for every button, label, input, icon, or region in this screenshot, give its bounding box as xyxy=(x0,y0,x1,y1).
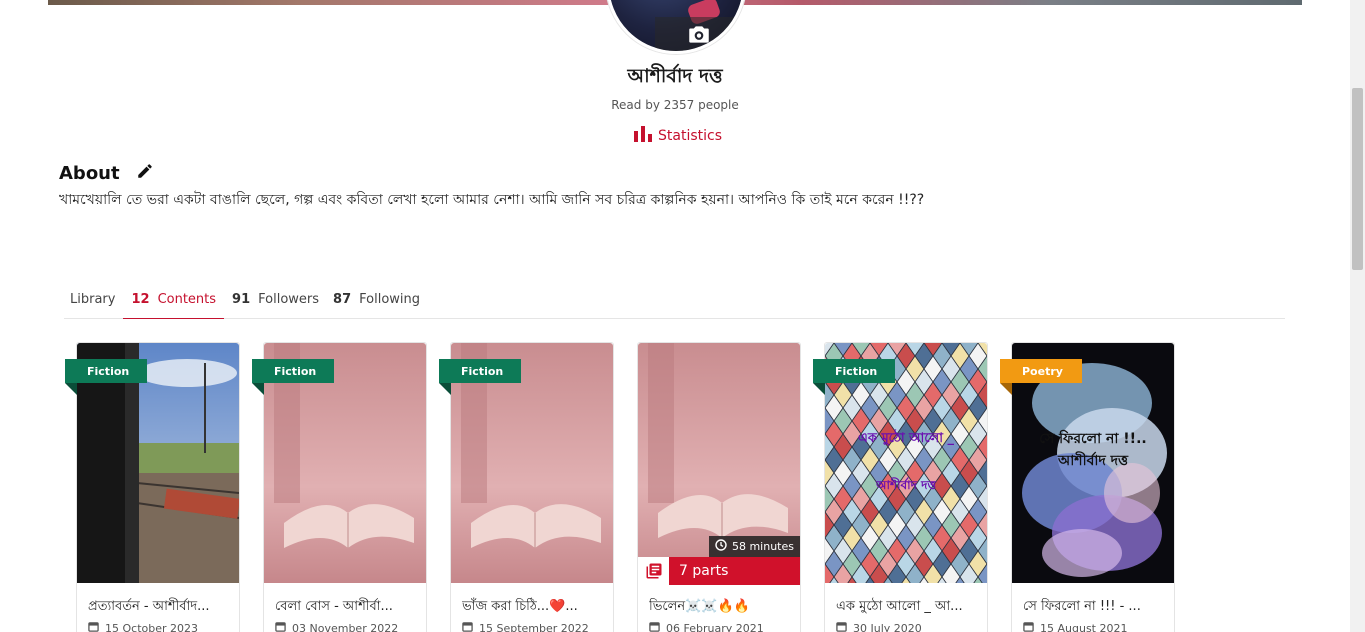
calendar-icon xyxy=(836,621,847,632)
about-text: খামখেয়ালি তে ভরা একটা বাঙালি ছেলে, গল্প… xyxy=(59,192,925,208)
content-title[interactable]: সে ফিরলো না !!! - ... xyxy=(1023,597,1169,618)
content-date: 06 February 2021 xyxy=(649,621,764,632)
content-title[interactable]: ভাঁজ করা চিঠি...❤️... xyxy=(462,597,608,618)
about-heading: About xyxy=(59,162,154,185)
profile-avatar xyxy=(606,0,746,54)
clock-icon xyxy=(715,539,727,554)
content-title[interactable]: বেলা বোস - আশীর্বা... xyxy=(275,597,421,618)
calendar-icon xyxy=(462,621,473,632)
parts-bar[interactable]: 7 parts xyxy=(638,557,800,585)
genre-badge: Fiction xyxy=(813,359,895,395)
tab-contents-label: Contents xyxy=(157,291,217,307)
content-card[interactable]: এক মুঠো আলো _ আশীর্বাদ দত্ত Fiction এক ম… xyxy=(813,342,988,632)
calendar-icon xyxy=(88,621,99,632)
content-date-text: 03 November 2022 xyxy=(292,621,399,632)
statistics-link[interactable]: Statistics xyxy=(634,126,722,146)
cover-text-title: সে ফিরলো না !!.. xyxy=(1039,431,1147,447)
genre-badge: Fiction xyxy=(252,359,334,395)
tab-following-label: Following xyxy=(359,292,421,307)
content-title[interactable]: এক মুঠো আলো _ আ... xyxy=(836,597,982,618)
tab-following[interactable]: 87 Following xyxy=(327,280,426,319)
tab-contents-count: 12 xyxy=(131,291,150,307)
tab-library-label: Library xyxy=(70,292,116,307)
calendar-icon xyxy=(649,621,660,632)
read-by-count: Read by 2357 people xyxy=(611,98,739,112)
content-card[interactable]: 58 minutes 7 parts ভিলেন☠️☠️🔥🔥 06 Februa… xyxy=(637,342,801,632)
calendar-icon xyxy=(275,621,286,632)
tab-followers-label: Followers xyxy=(258,292,320,307)
cover-text-author: আশীর্বাদ দত্ত xyxy=(1057,453,1129,469)
profile-tabs: Library 12 Contents 91 Followers 87 Foll… xyxy=(64,280,1285,319)
tab-contents[interactable]: 12 Contents xyxy=(123,280,225,319)
content-title[interactable]: ভিলেন☠️☠️🔥🔥 xyxy=(649,597,795,618)
content-date: 15 October 2023 xyxy=(88,621,198,632)
bar-chart-icon xyxy=(634,126,652,146)
content-date: 15 September 2022 xyxy=(462,621,589,632)
content-title[interactable]: প্রত্যাবর্তন - আশীর্বাদ... xyxy=(88,597,234,618)
genre-badge: Fiction xyxy=(439,359,521,395)
tab-followers-count: 91 xyxy=(232,292,251,307)
cover-text-title: এক মুঠো আলো _ xyxy=(857,431,955,446)
read-time-text: 58 minutes xyxy=(731,540,794,553)
content-date-text: 15 September 2022 xyxy=(479,621,589,632)
content-date: 15 August 2021 xyxy=(1023,621,1127,632)
content-date-text: 15 October 2023 xyxy=(105,621,199,632)
tab-followers[interactable]: 91 Followers xyxy=(226,280,325,319)
parts-count: 7 parts xyxy=(669,557,800,585)
about-title: About xyxy=(59,163,120,184)
content-card[interactable]: Fiction ভাঁজ করা চিঠি...❤️... 15 Septemb… xyxy=(439,342,614,632)
genre-badge: Fiction xyxy=(65,359,147,395)
content-date-text: 15 August 2021 xyxy=(1040,621,1128,632)
content-card[interactable]: Fiction প্রত্যাবর্তন - আশীর্বাদ... 15 Oc… xyxy=(65,342,240,632)
content-date-text: 06 February 2021 xyxy=(666,621,764,632)
calendar-icon xyxy=(1023,621,1034,632)
cover-text-author: আশীর্বাদ দত্ত xyxy=(875,478,937,492)
content-date: 03 November 2022 xyxy=(275,621,398,632)
content-card[interactable]: Fiction বেলা বোস - আশীর্বা... 03 Novembe… xyxy=(252,342,427,632)
change-photo-camera-icon[interactable] xyxy=(686,22,712,48)
tab-library[interactable]: Library xyxy=(64,280,121,319)
content-date-text: 30 July 2020 xyxy=(853,621,922,632)
content-date: 30 July 2020 xyxy=(836,621,922,632)
content-card[interactable]: সে ফিরলো না !!.. আশীর্বাদ দত্ত Poetry সে… xyxy=(1000,342,1175,632)
read-time-badge: 58 minutes xyxy=(708,536,800,557)
tab-following-count: 87 xyxy=(333,292,352,307)
page-scrollbar[interactable] xyxy=(1350,0,1365,632)
genre-badge: Poetry xyxy=(1000,359,1082,395)
series-book-icon xyxy=(638,557,669,585)
statistics-label: Statistics xyxy=(658,128,722,144)
author-name: আশীর্বাদ দত্ত xyxy=(627,65,723,87)
edit-pencil-icon[interactable] xyxy=(136,162,154,185)
scrollbar-thumb[interactable] xyxy=(1352,88,1363,270)
